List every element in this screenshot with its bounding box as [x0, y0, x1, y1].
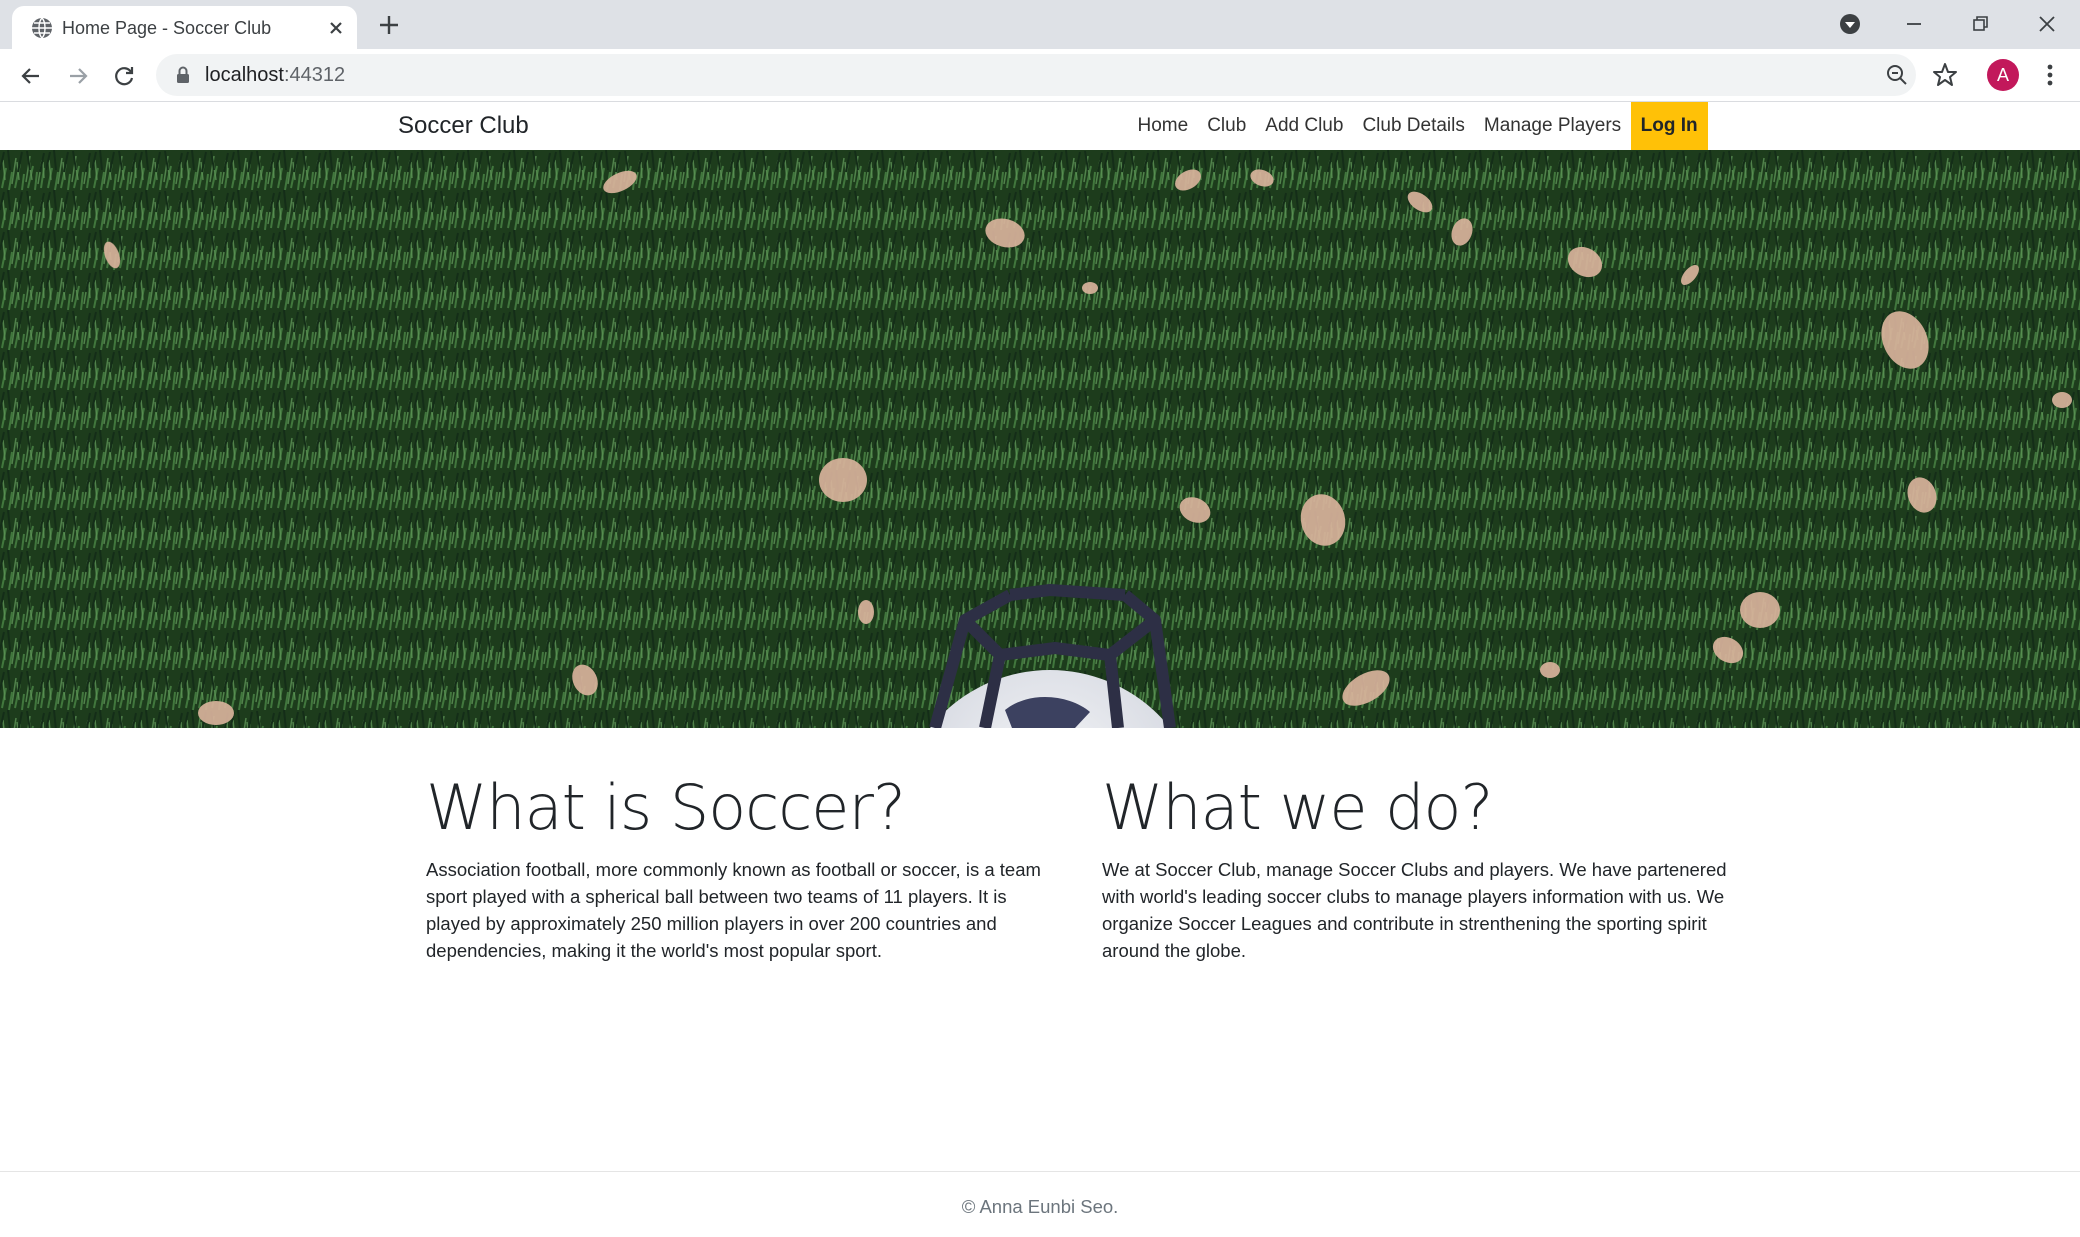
what-we-do-heading: What we do? [1102, 771, 1493, 844]
login-button[interactable]: Log In [1630, 102, 1708, 150]
what-is-soccer-section: What is Soccer? Association football, mo… [426, 770, 1056, 964]
brand-link[interactable]: Soccer Club [398, 112, 529, 140]
restore-icon[interactable] [1966, 10, 1994, 38]
footer-copyright: © Anna Eunbi Seo. [961, 1196, 1119, 1217]
window-close-icon[interactable] [2033, 10, 2061, 38]
hero-image [0, 150, 2080, 728]
minimize-icon[interactable] [1900, 10, 1928, 38]
nav-add-club[interactable]: Add Club [1256, 102, 1353, 150]
address-bar[interactable]: localhost:44312 [156, 54, 1916, 96]
footer-divider [0, 1171, 2080, 1172]
what-we-do-section: What we do? We at Soccer Club, manage So… [1102, 770, 1732, 964]
lock-icon[interactable] [174, 65, 192, 85]
hero-grass-ball-illustration [0, 150, 2080, 728]
more-vertical-icon[interactable] [2036, 61, 2064, 89]
nav-club[interactable]: Club [1198, 102, 1256, 150]
forward-icon[interactable] [64, 62, 92, 90]
what-we-do-text: We at Soccer Club, manage Soccer Clubs a… [1102, 859, 1727, 961]
browser-toolbar: localhost:44312 A [0, 49, 2080, 102]
what-is-soccer-heading: What is Soccer? [426, 771, 906, 844]
nav-home[interactable]: Home [1128, 102, 1198, 150]
reload-icon[interactable] [110, 62, 138, 90]
zoom-icon[interactable] [1884, 62, 1910, 88]
browser-tabstrip: Home Page - Soccer Club [0, 0, 2080, 49]
url-host: localhost [205, 64, 284, 86]
star-icon[interactable] [1930, 60, 1960, 90]
back-icon[interactable] [17, 62, 45, 90]
plus-icon[interactable] [376, 12, 402, 38]
profile-avatar[interactable]: A [1987, 59, 2019, 91]
close-icon[interactable] [325, 17, 347, 39]
globe-icon [32, 17, 52, 39]
url-port: :44312 [283, 64, 346, 86]
nav-links: Home Club Add Club Club Details Manage P… [1128, 102, 1708, 150]
tab-title: Home Page - Soccer Club [62, 18, 272, 38]
url-text[interactable]: localhost:44312 [205, 63, 345, 87]
site-navbar: Soccer Club Home Club Add Club Club Deta… [0, 102, 2080, 150]
nav-club-details[interactable]: Club Details [1353, 102, 1474, 150]
nav-manage-players[interactable]: Manage Players [1474, 102, 1630, 150]
what-is-soccer-text: Association football, more commonly know… [426, 859, 1041, 961]
browser-tab[interactable]: Home Page - Soccer Club [12, 6, 357, 49]
profile-dropdown-icon[interactable] [1838, 12, 1862, 36]
